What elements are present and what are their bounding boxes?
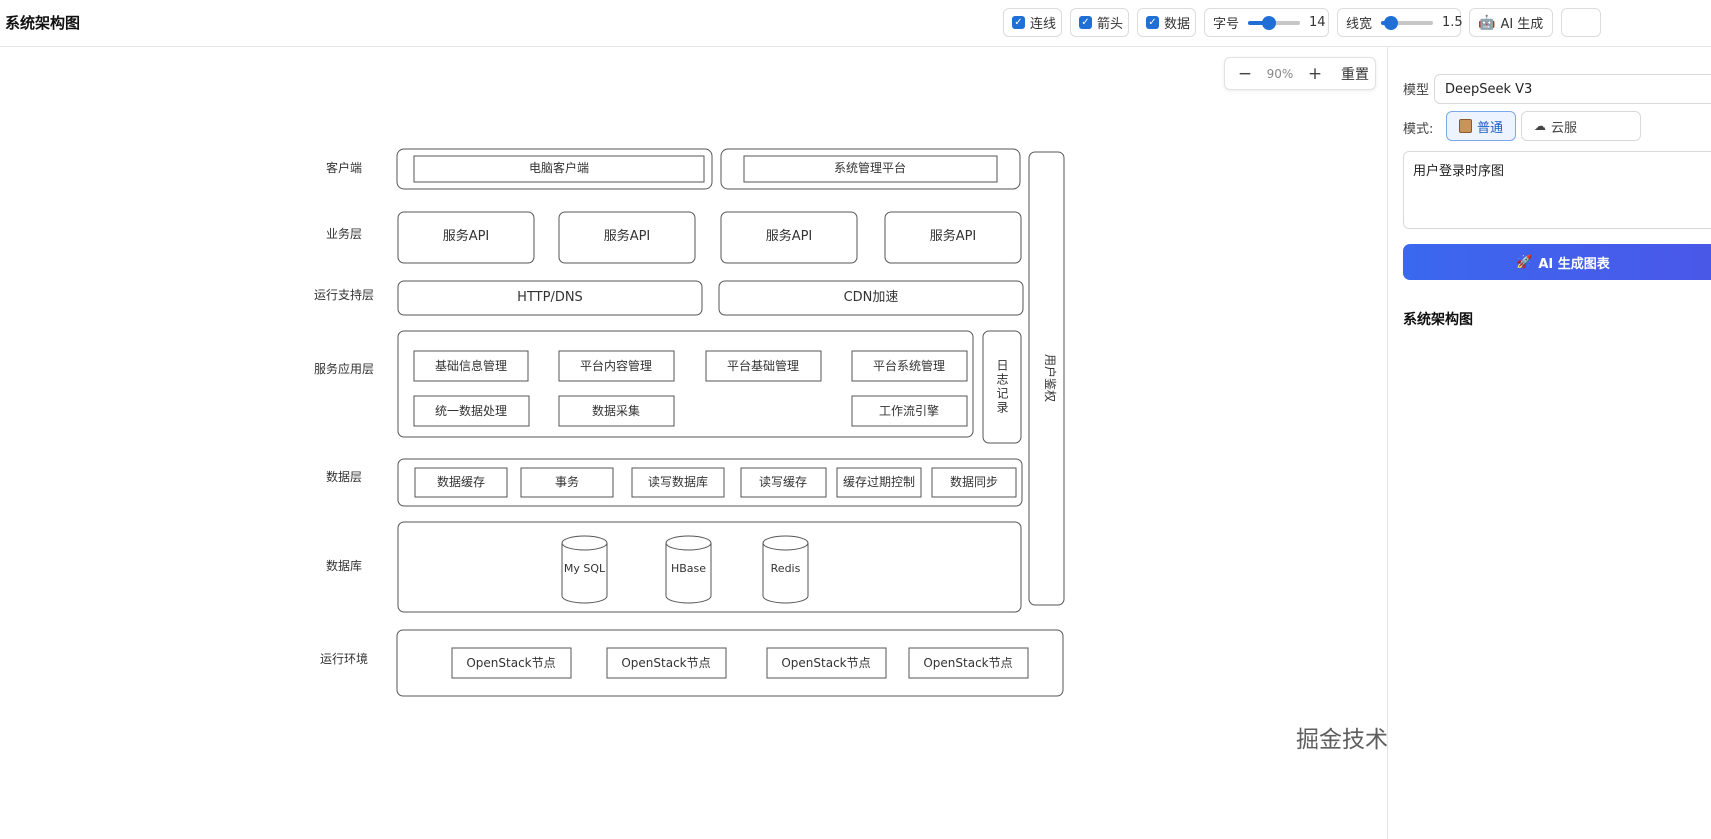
layer-label-runtime-env: 运行环境 [320, 651, 368, 666]
mode-normal-button[interactable]: 普通 [1446, 111, 1517, 141]
font-size-slider[interactable] [1248, 15, 1301, 30]
node-transaction-text: 事务 [555, 474, 579, 489]
model-select-value: DeepSeek V3 [1445, 81, 1533, 97]
toggle-lines[interactable]: ✓ 连线 [1003, 8, 1062, 37]
node-openstack-4-text: OpenStack节点 [923, 656, 1012, 670]
mode-label: 模式: [1403, 122, 1434, 137]
line-width-control: 线宽 1.5 [1337, 8, 1463, 37]
node-rw-database-text: 读写数据库 [648, 474, 708, 489]
node-log-record-text: 日志记录 [995, 359, 1009, 415]
node-workflow-engine-text: 工作流引擎 [879, 403, 939, 418]
node-platform-system-text: 平台系统管理 [873, 358, 945, 373]
node-platform-basic-text: 平台基础管理 [727, 358, 799, 373]
node-admin-platform-text: 系统管理平台 [834, 160, 906, 175]
line-width-value: 1.5 [1442, 15, 1463, 30]
top-toolbar: 系统架构图 ✓ 连线 ✓ 箭头 ✓ 数据 字号 14 线宽 1.5 🤖 AI 生… [0, 0, 1711, 47]
arrows-label: 箭头 [1097, 17, 1124, 32]
ai-side-panel: 模型 DeepSeek V3 模式: 普通 ☁ 云服 用户登录时序图 🚀 AI … [1387, 47, 1711, 839]
node-user-auth-text: 用户鉴权 [1043, 354, 1058, 402]
diagram-canvas[interactable]: 客户端 业务层 运行支持层 服务应用层 数据层 数据库 运行环境 电脑客户端 系… [0, 47, 1387, 839]
db-hbase-text: HBase [671, 562, 706, 575]
zoom-percent: 90% [1266, 66, 1294, 81]
db-redis-text: Redis [771, 562, 801, 575]
data-label: 数据 [1164, 17, 1191, 32]
card-icon [1459, 119, 1472, 133]
node-rw-cache-text: 读写缓存 [759, 475, 807, 489]
node-service-api-1-text: 服务API [443, 228, 490, 244]
mode-normal-label: 普通 [1477, 120, 1504, 136]
font-size-value: 14 [1309, 15, 1326, 30]
zoom-in-button[interactable]: + [1295, 64, 1335, 84]
node-basic-info-text: 基础信息管理 [435, 358, 507, 373]
node-openstack-1-text: OpenStack节点 [466, 656, 555, 670]
rocket-icon: 🚀 [1516, 254, 1533, 270]
node-desktop-client-text: 电脑客户端 [529, 160, 589, 175]
zoom-out-button[interactable]: − [1225, 64, 1265, 84]
layer-label-runtime-support: 运行支持层 [314, 287, 374, 302]
prompt-textarea[interactable]: 用户登录时序图 [1403, 151, 1711, 229]
data-checkbox[interactable]: ✓ [1146, 16, 1159, 29]
ai-generate-label: AI 生成 [1500, 17, 1544, 32]
line-width-slider[interactable] [1381, 15, 1434, 30]
model-label: 模型 [1403, 83, 1430, 98]
node-data-collection-text: 数据采集 [592, 403, 640, 418]
toolbar-overflow-button[interactable] [1561, 8, 1601, 37]
layer-label-database: 数据库 [326, 558, 362, 573]
font-size-slider-knob[interactable] [1261, 15, 1276, 30]
node-platform-content-text: 平台内容管理 [580, 358, 652, 373]
node-unified-data-text: 统一数据处理 [435, 403, 507, 418]
font-size-label: 字号 [1213, 17, 1240, 32]
node-openstack-3-text: OpenStack节点 [781, 656, 870, 670]
lines-label: 连线 [1030, 17, 1057, 32]
ai-generate-button[interactable]: 🤖 AI 生成 [1469, 8, 1553, 37]
mode-cloud-button[interactable]: ☁ 云服 [1521, 111, 1641, 141]
layer-label-client: 客户端 [326, 160, 362, 175]
node-http-dns-text: HTTP/DNS [517, 290, 583, 305]
node-cdn-text: CDN加速 [844, 290, 899, 305]
layer-label-data-layer: 数据层 [326, 469, 362, 484]
line-width-slider-knob[interactable] [1384, 15, 1399, 30]
node-data-cache-text: 数据缓存 [437, 474, 485, 489]
layer-label-business: 业务层 [326, 226, 362, 241]
model-select[interactable]: DeepSeek V3 [1434, 74, 1711, 104]
node-data-sync-text: 数据同步 [950, 474, 998, 489]
app-title: 系统架构图 [5, 14, 81, 32]
db-mysql-text: My SQL [564, 562, 606, 575]
panel-diagram-title: 系统架构图 [1403, 312, 1473, 328]
line-width-label: 线宽 [1346, 17, 1373, 32]
node-service-api-3-text: 服务API [766, 228, 813, 244]
arrows-checkbox[interactable]: ✓ [1079, 16, 1092, 29]
node-service-api-4-text: 服务API [930, 228, 977, 244]
ai-generate-chart-button[interactable]: 🚀 AI 生成图表 [1403, 244, 1711, 280]
toggle-arrows[interactable]: ✓ 箭头 [1070, 8, 1129, 37]
layer-label-service-app: 服务应用层 [314, 361, 374, 376]
zoom-reset-button[interactable]: 重置 [1341, 64, 1369, 84]
node-openstack-2-text: OpenStack节点 [621, 656, 710, 670]
mode-cloud-label: 云服 [1551, 120, 1578, 136]
zoom-controls: − 90% + 重置 [1224, 57, 1376, 90]
prompt-text: 用户登录时序图 [1413, 164, 1505, 179]
architecture-diagram: 客户端 业务层 运行支持层 服务应用层 数据层 数据库 运行环境 电脑客户端 系… [0, 47, 1387, 839]
node-cache-expiry-text: 缓存过期控制 [843, 475, 915, 489]
node-service-api-2-text: 服务API [604, 228, 651, 244]
toggle-data[interactable]: ✓ 数据 [1137, 8, 1196, 37]
lines-checkbox[interactable]: ✓ [1012, 16, 1025, 29]
font-size-control: 字号 14 [1204, 8, 1329, 37]
ai-generate-chart-label: AI 生成图表 [1538, 256, 1610, 272]
cloud-icon: ☁ [1534, 119, 1546, 133]
robot-icon: 🤖 [1478, 14, 1496, 31]
